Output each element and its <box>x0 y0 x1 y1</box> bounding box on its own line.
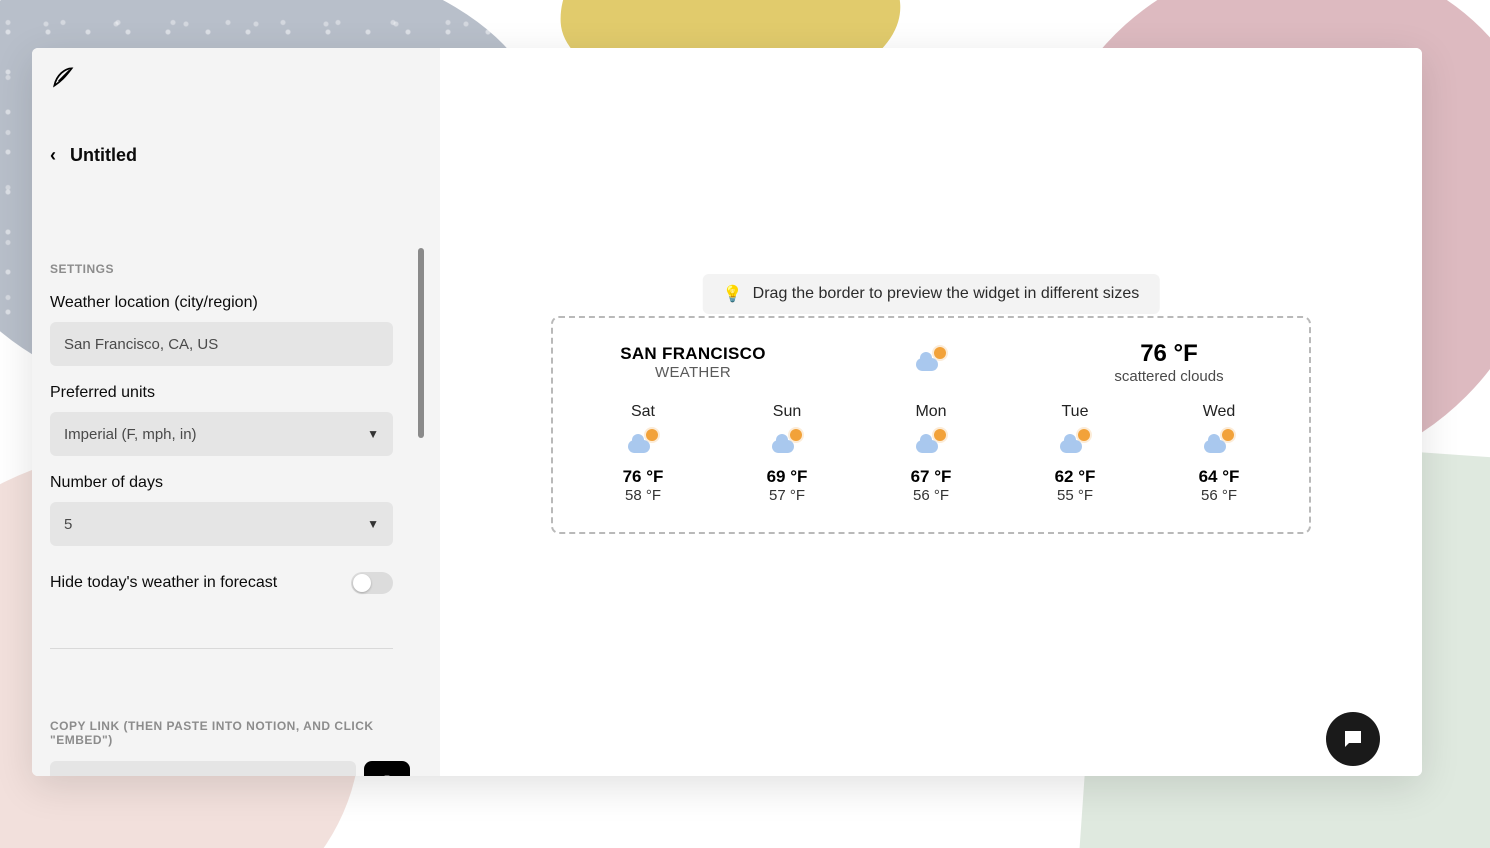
app-window: ‹ Untitled SETTINGS Weather location (ci… <box>32 48 1422 776</box>
current-temp: 76 °F <box>1069 340 1269 368</box>
page-title: Untitled <box>70 145 137 166</box>
units-value: Imperial (F, mph, in) <box>64 426 197 443</box>
divider <box>50 648 393 649</box>
location-label: Weather location (city/region) <box>50 294 422 312</box>
scrollbar-thumb[interactable] <box>418 248 424 438</box>
chevron-down-icon: ▼ <box>367 517 379 531</box>
back-button[interactable]: ‹ <box>50 145 56 166</box>
days-select[interactable]: 5 ▼ <box>50 502 393 546</box>
forecast-day: Sat 76 °F 58 °F <box>593 403 693 504</box>
day-low: 56 °F <box>1169 487 1269 504</box>
weather-widget[interactable]: SAN FRANCISCO WEATHER 76 °F scattered cl… <box>551 316 1311 534</box>
units-label: Preferred units <box>50 384 422 402</box>
preview-pane: 💡 Drag the border to preview the widget … <box>440 48 1422 776</box>
copy-button[interactable] <box>364 761 410 776</box>
partly-cloudy-icon <box>881 429 981 459</box>
widget-subtitle: WEATHER <box>593 364 793 381</box>
day-low: 57 °F <box>737 487 837 504</box>
embed-url-input[interactable] <box>50 761 356 776</box>
day-high: 62 °F <box>1025 467 1125 487</box>
day-name: Wed <box>1169 403 1269 421</box>
chat-fab[interactable] <box>1326 712 1380 766</box>
chat-icon <box>1341 727 1365 751</box>
day-low: 55 °F <box>1025 487 1125 504</box>
day-high: 69 °F <box>737 467 837 487</box>
day-name: Sat <box>593 403 693 421</box>
hide-today-label: Hide today's weather in forecast <box>50 574 277 592</box>
location-input[interactable] <box>50 322 393 366</box>
day-low: 58 °F <box>593 487 693 504</box>
lightbulb-icon: 💡 <box>723 284 743 304</box>
resize-hint: 💡 Drag the border to preview the widget … <box>703 274 1160 314</box>
day-name: Sun <box>737 403 837 421</box>
sidebar: ‹ Untitled SETTINGS Weather location (ci… <box>32 48 440 776</box>
widget-city: SAN FRANCISCO <box>593 344 793 364</box>
day-high: 64 °F <box>1169 467 1269 487</box>
hide-today-toggle[interactable] <box>351 572 393 594</box>
current-weather-icon <box>831 347 1031 378</box>
app-logo[interactable] <box>32 48 440 95</box>
forecast-day: Mon 67 °F 56 °F <box>881 403 981 504</box>
forecast-day: Tue 62 °F 55 °F <box>1025 403 1125 504</box>
days-value: 5 <box>64 516 72 533</box>
units-select[interactable]: Imperial (F, mph, in) ▼ <box>50 412 393 456</box>
day-high: 67 °F <box>881 467 981 487</box>
day-name: Tue <box>1025 403 1125 421</box>
partly-cloudy-icon <box>593 429 693 459</box>
forecast-day: Sun 69 °F 57 °F <box>737 403 837 504</box>
forecast-day: Wed 64 °F 56 °F <box>1169 403 1269 504</box>
chevron-down-icon: ▼ <box>367 427 379 441</box>
copy-section-label: COPY LINK (THEN PASTE INTO NOTION, AND C… <box>50 719 422 747</box>
current-desc: scattered clouds <box>1069 368 1269 385</box>
days-label: Number of days <box>50 474 422 492</box>
day-high: 76 °F <box>593 467 693 487</box>
day-name: Mon <box>881 403 981 421</box>
hint-text: Drag the border to preview the widget in… <box>753 285 1140 303</box>
settings-section-label: SETTINGS <box>50 262 422 276</box>
partly-cloudy-icon <box>1025 429 1125 459</box>
clipboard-icon <box>377 774 397 776</box>
partly-cloudy-icon <box>737 429 837 459</box>
partly-cloudy-icon <box>1169 429 1269 459</box>
day-low: 56 °F <box>881 487 981 504</box>
